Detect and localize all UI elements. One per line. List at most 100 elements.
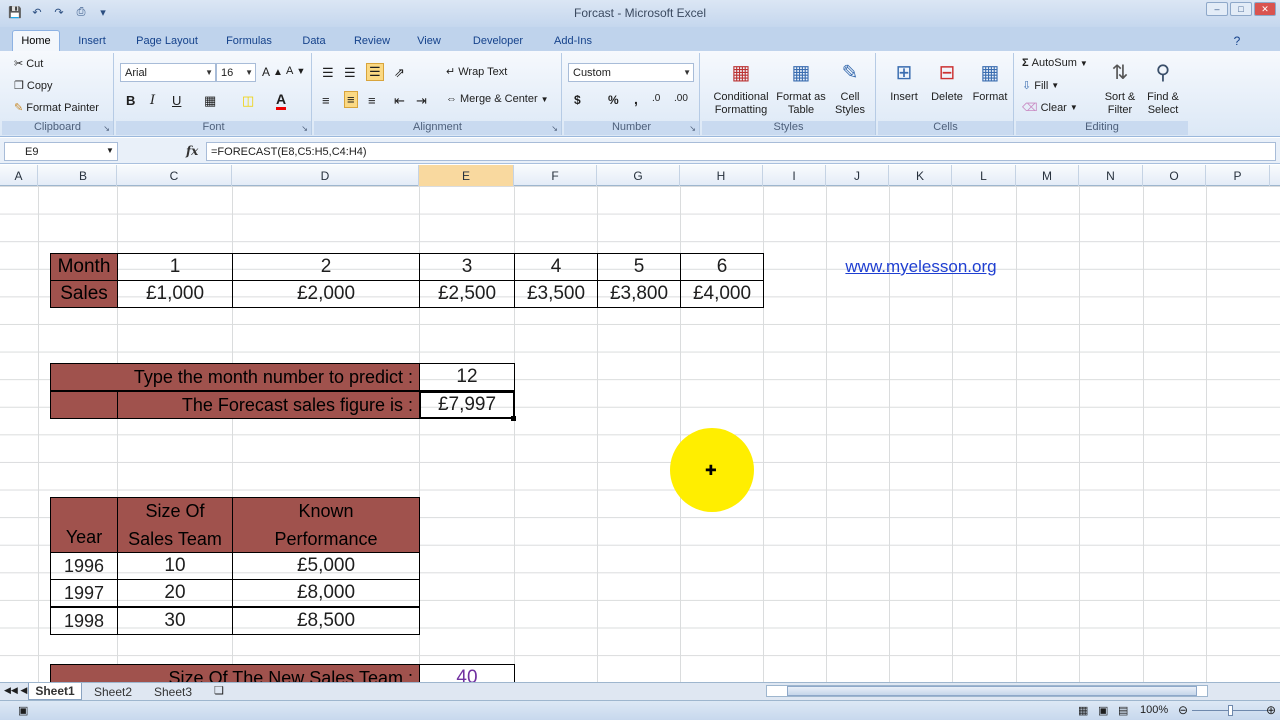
font-size-select[interactable]: 16 ▼ (216, 63, 256, 82)
align-center-icon[interactable]: ≡ (344, 91, 358, 108)
decrease-indent-icon[interactable]: ⇤ (394, 93, 405, 109)
tab-developer[interactable]: Developer (462, 30, 534, 51)
borders-icon[interactable]: ▦ (204, 93, 216, 109)
perf-cell[interactable]: £5,000 (232, 552, 420, 580)
tab-data[interactable]: Data (290, 30, 338, 51)
orientation-icon[interactable]: ⇗ (394, 65, 405, 81)
chevron-down-icon[interactable]: ▼ (106, 146, 114, 155)
grow-font-button[interactable]: A ▲ (262, 65, 283, 79)
sales-cell[interactable]: £3,500 (514, 280, 598, 308)
month-cell[interactable]: 2 (232, 253, 420, 281)
clear-button[interactable]: ⌫ Clear ▼ (1022, 101, 1078, 115)
year-cell[interactable]: 1998 (50, 607, 118, 635)
zoom-in-icon[interactable]: ⊕ (1266, 703, 1276, 717)
formula-input[interactable]: =FORECAST(E8,C5:H5,C4:H4) (206, 142, 1276, 161)
decrease-decimal-icon[interactable]: .00 (674, 93, 688, 104)
align-left-icon[interactable]: ≡ (322, 93, 330, 108)
sales-label-cell[interactable]: Sales (50, 280, 118, 308)
page-break-view-icon[interactable]: ▤ (1118, 704, 1128, 717)
column-header[interactable]: L (952, 165, 1016, 186)
tab-review[interactable]: Review (346, 30, 398, 51)
column-header-selected[interactable]: E (419, 165, 514, 186)
dialog-launcher-icon[interactable]: ↘ (551, 124, 558, 133)
tab-view[interactable]: View (406, 30, 452, 51)
month-label-cell[interactable]: Month (50, 253, 118, 281)
shrink-font-button[interactable]: A ▼ (286, 65, 305, 77)
maximize-icon[interactable]: □ (1230, 2, 1252, 16)
sheet-tab-sheet3[interactable]: Sheet3 (146, 683, 200, 700)
sales-cell[interactable]: £3,800 (597, 280, 681, 308)
align-bottom-icon[interactable]: ☰ (366, 63, 384, 81)
tab-home[interactable]: Home (12, 30, 60, 51)
format-painter-button[interactable]: ✎ Format Painter (14, 101, 99, 115)
increase-indent-icon[interactable]: ⇥ (416, 93, 427, 109)
macro-record-icon[interactable]: ▣ (18, 704, 28, 717)
align-right-icon[interactable]: ≡ (368, 93, 376, 108)
underline-button[interactable]: U (172, 93, 181, 108)
year-header-cell[interactable]: Year (50, 497, 118, 553)
dialog-launcher-icon[interactable]: ↘ (301, 124, 308, 133)
worksheet-grid[interactable]: Month Sales 1 2 3 4 5 6 £1,000 £2,000 £2… (0, 186, 1280, 682)
insert-button[interactable]: ⊞ Insert (882, 57, 926, 104)
sales-cell[interactable]: £1,000 (117, 280, 233, 308)
column-header[interactable]: M (1016, 165, 1079, 186)
page-layout-view-icon[interactable]: ▣ (1098, 704, 1108, 717)
sales-cell[interactable]: £2,000 (232, 280, 420, 308)
fill-handle[interactable] (511, 416, 516, 421)
italic-button[interactable]: I (150, 93, 155, 108)
sales-cell[interactable]: £2,500 (419, 280, 515, 308)
maroon-cell[interactable] (50, 391, 118, 419)
zoom-out-icon[interactable]: ⊖ (1178, 703, 1188, 717)
currency-button[interactable]: $ (574, 93, 581, 107)
sheet-tab-sheet2[interactable]: Sheet2 (86, 683, 140, 700)
year-cell[interactable]: 1997 (50, 579, 118, 607)
normal-view-icon[interactable]: ▦ (1078, 704, 1088, 717)
month-cell[interactable]: 6 (680, 253, 764, 281)
perf-cell[interactable]: £8,500 (232, 607, 420, 635)
column-header[interactable]: P (1206, 165, 1270, 186)
help-icon[interactable]: ? (1228, 30, 1246, 51)
number-format-select[interactable]: Custom ▼ (568, 63, 694, 82)
comma-button[interactable]: , (634, 91, 638, 107)
month-cell[interactable]: 4 (514, 253, 598, 281)
forecast-result-cell[interactable]: £7,997 (419, 391, 515, 419)
sort-filter-button[interactable]: ⇅ Sort & Filter (1100, 57, 1140, 117)
align-middle-icon[interactable]: ☰ (344, 65, 356, 81)
tab-add-ins[interactable]: Add-Ins (542, 30, 604, 51)
name-box[interactable]: E9 (4, 142, 118, 161)
font-color-icon[interactable]: A (276, 91, 287, 110)
minimize-icon[interactable]: – (1206, 2, 1228, 16)
new-team-value-cell[interactable]: 40 (419, 664, 515, 682)
column-header[interactable]: O (1143, 165, 1206, 186)
format-button[interactable]: ▦ Format (968, 57, 1012, 104)
copy-button[interactable]: ❐ Copy (14, 79, 53, 93)
fill-color-icon[interactable]: ◫ (242, 93, 254, 109)
increase-decimal-icon[interactable]: .0 (652, 93, 660, 104)
forecast-label-cell[interactable]: The Forecast sales figure is : (117, 391, 420, 419)
predict-month-cell[interactable]: 12 (419, 363, 515, 391)
column-header[interactable]: N (1079, 165, 1143, 186)
new-sheet-icon[interactable]: ❏ (214, 684, 224, 697)
close-icon[interactable]: ✕ (1254, 2, 1276, 16)
conditional-formatting-button[interactable]: ▦ Conditional Formatting (708, 57, 774, 117)
tab-formulas[interactable]: Formulas (216, 30, 282, 51)
size-cell[interactable]: 10 (117, 552, 233, 580)
autosum-button[interactable]: Σ AutoSum ▼ (1022, 57, 1088, 69)
dialog-launcher-icon[interactable]: ↘ (689, 124, 696, 133)
tab-insert[interactable]: Insert (66, 30, 118, 51)
sales-cell[interactable]: £4,000 (680, 280, 764, 308)
website-link[interactable]: www.myelesson.org (826, 253, 1016, 281)
new-team-label-cell[interactable]: Size Of The New Sales Team : (50, 664, 420, 682)
month-cell[interactable]: 5 (597, 253, 681, 281)
cut-button[interactable]: ✂ Cut (14, 57, 43, 71)
align-top-icon[interactable]: ☰ (322, 65, 334, 81)
perf-cell[interactable]: £8,000 (232, 579, 420, 607)
insert-function-icon[interactable]: fx (186, 144, 198, 158)
font-name-select[interactable]: Arial ▼ (120, 63, 216, 82)
size-header-cell[interactable]: Size Of Sales Team (117, 497, 233, 553)
year-cell[interactable]: 1996 (50, 552, 118, 580)
bold-button[interactable]: B (126, 93, 135, 108)
column-header[interactable]: K (889, 165, 952, 186)
column-header[interactable]: F (514, 165, 597, 186)
size-cell[interactable]: 30 (117, 607, 233, 635)
